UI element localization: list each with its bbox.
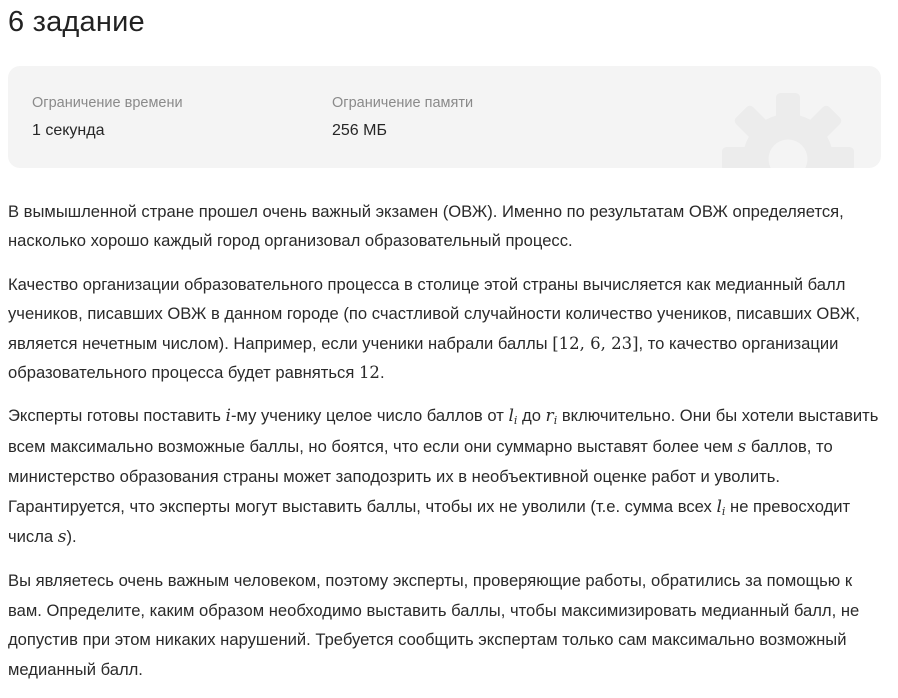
memory-limit-label: Ограничение памяти bbox=[332, 95, 474, 111]
statement-paragraph-3: Эксперты готовы поставить i-му ученику ц… bbox=[8, 401, 882, 552]
statement-paragraph-1: В вымышленной стране прошел очень важный… bbox=[8, 202, 844, 251]
p3-text-g: ). bbox=[66, 527, 77, 547]
math-r-base: r bbox=[545, 406, 554, 427]
time-limit-label: Ограничение времени bbox=[32, 95, 183, 111]
math-s: s bbox=[737, 436, 747, 457]
p3-text-b: -му ученику целое число баллов от bbox=[230, 406, 509, 426]
p3-text-c: до bbox=[517, 406, 546, 426]
math-median-example: 12 bbox=[358, 363, 380, 383]
p2-text-c: . bbox=[379, 363, 385, 383]
math-scores-example: [12, 6, 23] bbox=[552, 333, 639, 353]
statement-paragraph-2: Качество организации образовательного пр… bbox=[8, 270, 882, 388]
math-r-i: ri bbox=[546, 406, 558, 426]
memory-limit-value: 256 МБ bbox=[332, 122, 387, 139]
problem-page: 6 задание Ограничение времени 1 секунда … bbox=[8, 0, 882, 679]
problem-statement: В вымышленной стране прошел очень важный… bbox=[8, 197, 882, 698]
page-title: 6 задание bbox=[8, 6, 145, 38]
memory-limit: Ограничение памяти 256 МБ bbox=[332, 94, 473, 141]
limits-card: Ограничение времени 1 секунда Ограничени… bbox=[8, 66, 881, 168]
statement-paragraph-4: Вы являетесь очень важным человеком, поэ… bbox=[8, 571, 860, 679]
gear-icon bbox=[722, 93, 854, 168]
p3-text-a: Эксперты готовы поставить bbox=[8, 406, 226, 426]
time-limit: Ограничение времени 1 секунда bbox=[32, 94, 183, 141]
time-limit-value: 1 секунда bbox=[32, 122, 105, 139]
